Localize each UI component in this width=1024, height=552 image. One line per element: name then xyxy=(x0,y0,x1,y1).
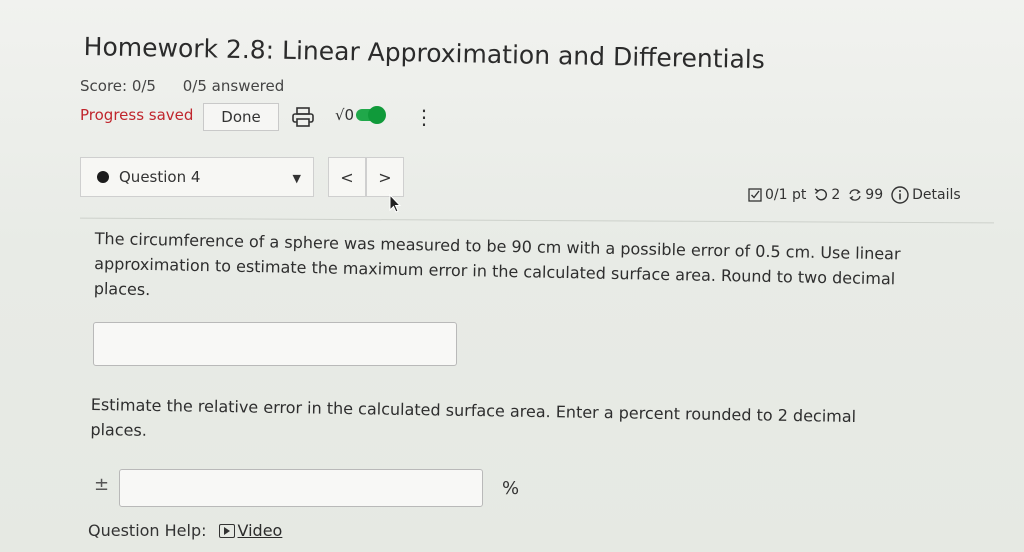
math-entry-toggle[interactable]: √0 xyxy=(335,106,387,124)
question-meta: 0/1 pt 2 99 Details xyxy=(748,186,969,204)
score-label: Score: 0/5 xyxy=(80,77,156,95)
mouse-cursor-icon xyxy=(389,194,401,213)
toggle-switch[interactable] xyxy=(356,106,387,124)
question-select[interactable]: Question 4 ▼ xyxy=(80,157,314,197)
details-label: Details xyxy=(912,187,961,203)
points-info: 0/1 pt xyxy=(748,187,806,203)
relative-error-answer-input[interactable] xyxy=(119,469,483,507)
page-title: Homework 2.8: Linear Approximation and D… xyxy=(83,32,766,75)
percent-symbol: % xyxy=(502,478,520,499)
plus-minus-symbol: ± xyxy=(94,474,110,495)
score-bar: Score: 0/5 0/5 answered xyxy=(80,77,306,95)
video-icon xyxy=(218,523,235,538)
question-select-label: Question 4 xyxy=(119,168,201,186)
toggle-knob xyxy=(368,106,387,124)
done-button[interactable]: Done xyxy=(203,103,279,131)
sqrt-icon: √0 xyxy=(335,106,355,124)
caret-down-icon: ▼ xyxy=(292,172,301,185)
max-error-answer-input[interactable] xyxy=(93,322,457,366)
info-icon xyxy=(891,186,909,204)
section-divider xyxy=(80,217,994,224)
question-prompt-2: Estimate the relative error in the calcu… xyxy=(90,394,857,440)
attempts-info: 99 xyxy=(848,187,883,203)
retries-count: 2 xyxy=(831,187,841,203)
attempts-count: 99 xyxy=(865,187,884,203)
answered-count: 0/5 answered xyxy=(182,77,285,95)
next-question-button[interactable]: > xyxy=(366,157,404,197)
question-prompt: The circumference of a sphere was measur… xyxy=(93,228,901,300)
more-options-icon[interactable]: ⋮ xyxy=(414,107,434,127)
points-label: 0/1 pt xyxy=(765,187,807,203)
undo-icon xyxy=(814,188,828,201)
retries-info: 2 xyxy=(814,187,840,203)
attempts-cycle-icon xyxy=(849,189,861,201)
video-label: Video xyxy=(237,521,283,540)
checkbox-icon xyxy=(748,188,762,202)
question-help-label: Question Help: xyxy=(88,521,207,540)
question-help: Question Help: Video xyxy=(88,521,282,540)
question-status-dot-icon xyxy=(97,171,109,183)
print-icon[interactable] xyxy=(292,107,314,127)
homework-page: Homework 2.8: Linear Approximation and D… xyxy=(0,0,1024,552)
video-link[interactable]: Video xyxy=(218,521,283,540)
details-link[interactable]: Details xyxy=(891,186,961,204)
progress-saved-status: Progress saved xyxy=(80,106,194,124)
previous-question-button[interactable]: < xyxy=(328,157,366,197)
